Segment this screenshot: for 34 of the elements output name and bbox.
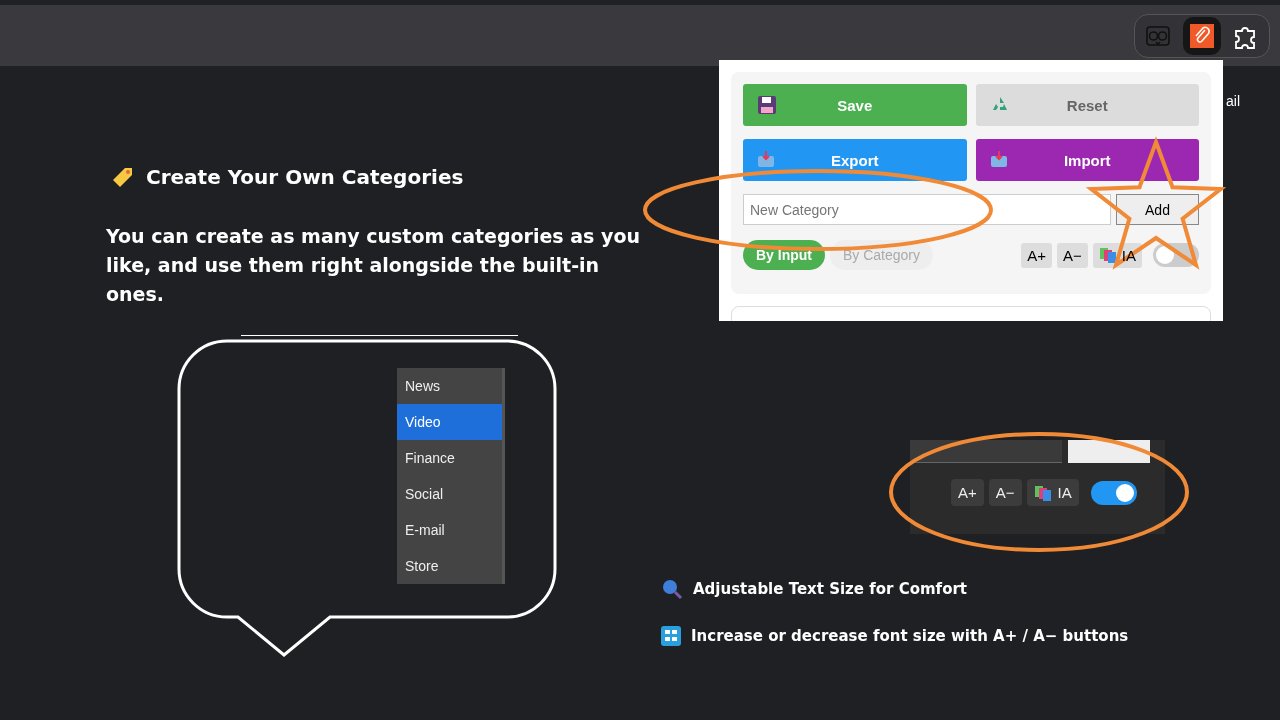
new-category-field[interactable]: New Category [743,194,1111,225]
feature-text: Adjustable Text Size for Comfort [693,580,967,598]
font-size-button[interactable]: A− [1057,242,1088,268]
category-field[interactable] [910,440,1062,463]
ia-button[interactable]: IA [1026,479,1079,506]
feature-text: Increase or decrease font size with A+ / A− buttons [691,627,1129,645]
description-text: You can create as many custom categories as you like, and use them right alongside the built-in ones. [106,224,641,307]
abcd-icon [661,626,681,646]
tag-icon [113,168,132,187]
add-button[interactable]: Add [1116,194,1199,225]
category-menu-item[interactable]: Store [397,548,505,584]
paperclip-extension-button[interactable] [1183,16,1221,55]
owl-icon [1146,25,1170,46]
recycle-icon [992,97,1007,110]
toggle-switch[interactable] [1090,480,1137,505]
inbox-tray-icon [758,150,774,167]
category-menu-item[interactable]: Social [397,476,505,512]
font-size-button[interactable]: A− [988,479,1022,506]
category-menu-item[interactable]: News [397,368,505,404]
font-size-button[interactable]: A+ [951,479,984,506]
background-text: ail [1226,93,1240,109]
books-icon [1034,485,1051,501]
magnifier-icon [663,580,683,600]
action-button[interactable]: Import [975,139,1199,181]
action-button[interactable]: Reset [975,84,1199,126]
category-menu-item[interactable]: Finance [397,440,505,476]
inbox-tray-icon [990,150,1007,167]
puzzle-icon [1235,26,1255,49]
category-menu-item[interactable]: E-mail [397,512,505,548]
books-icon [1099,248,1116,263]
section-heading: Create Your Own Categories [146,165,464,189]
font-size-button[interactable]: A+ [1021,242,1053,268]
category-menu-item[interactable]: Video [397,404,505,440]
paperclip-icon [1190,23,1214,48]
